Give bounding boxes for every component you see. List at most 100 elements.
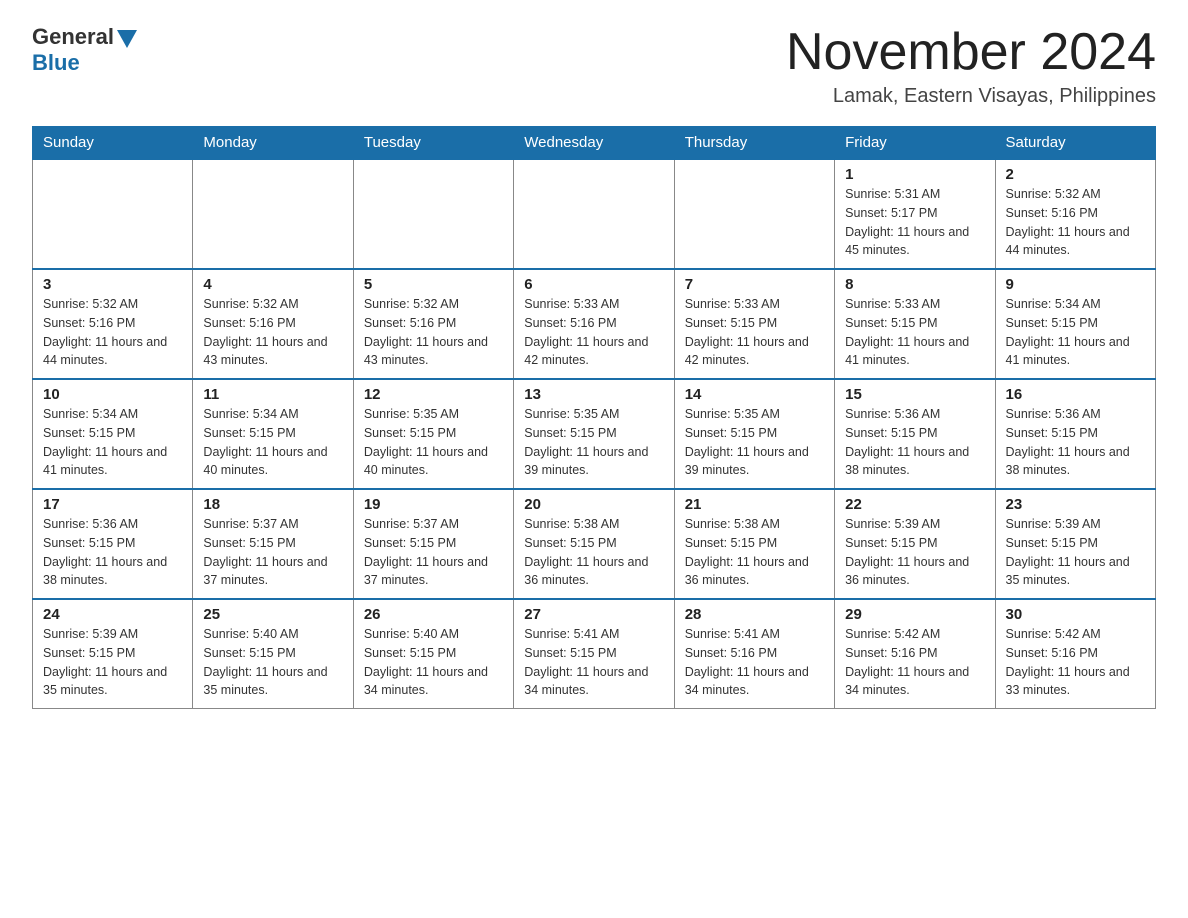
day-info: Sunrise: 5:40 AM [203, 625, 342, 644]
day-info: Daylight: 11 hours and 38 minutes. [1006, 443, 1145, 481]
calendar-cell: 25Sunrise: 5:40 AMSunset: 5:15 PMDayligh… [193, 599, 353, 709]
calendar-cell: 27Sunrise: 5:41 AMSunset: 5:15 PMDayligh… [514, 599, 674, 709]
day-info: Sunset: 5:15 PM [1006, 424, 1145, 443]
day-info: Daylight: 11 hours and 39 minutes. [685, 443, 824, 481]
day-info: Sunrise: 5:39 AM [43, 625, 182, 644]
day-info: Sunset: 5:16 PM [524, 314, 663, 333]
day-info: Daylight: 11 hours and 44 minutes. [43, 333, 182, 371]
day-info: Sunrise: 5:34 AM [43, 405, 182, 424]
calendar-cell: 10 Sunrise: 5:34 AMSunset: 5:15 PMDayligh… [33, 379, 193, 489]
day-info: Sunrise: 5:34 AM [203, 405, 342, 424]
day-info: Daylight: 11 hours and 39 minutes. [524, 443, 663, 481]
day-info: Daylight: 11 hours and 33 minutes. [1006, 663, 1145, 701]
week-row: 1Sunrise: 5:31 AMSunset: 5:17 PMDaylight… [33, 159, 1156, 269]
day-info: Sunrise: 5:37 AM [364, 515, 503, 534]
calendar-cell: 14Sunrise: 5:35 AMSunset: 5:15 PMDayligh… [674, 379, 834, 489]
day-number: 11 [203, 386, 342, 403]
day-info: Daylight: 11 hours and 41 minutes. [43, 443, 182, 481]
day-info: Daylight: 11 hours and 38 minutes. [845, 443, 984, 481]
day-info: Sunrise: 5:38 AM [524, 515, 663, 534]
day-info: Daylight: 11 hours and 34 minutes. [845, 663, 984, 701]
day-info: Sunset: 5:15 PM [845, 424, 984, 443]
calendar-cell: 6Sunrise: 5:33 AMSunset: 5:16 PMDaylight… [514, 269, 674, 379]
day-info: Sunrise: 5:42 AM [1006, 625, 1145, 644]
month-title: November 2024 [786, 24, 1156, 81]
page-header: General Blue November 2024 Lamak, Easter… [32, 24, 1156, 108]
day-info: Daylight: 11 hours and 45 minutes. [845, 223, 984, 261]
day-info: Sunrise: 5:41 AM [524, 625, 663, 644]
day-of-week-header: Tuesday [353, 127, 513, 160]
day-info: Daylight: 11 hours and 42 minutes. [685, 333, 824, 371]
day-info: Sunrise: 5:33 AM [845, 295, 984, 314]
day-info: Sunset: 5:15 PM [685, 314, 824, 333]
day-number: 30 [1006, 606, 1145, 623]
calendar-cell: 12Sunrise: 5:35 AMSunset: 5:15 PMDayligh… [353, 379, 513, 489]
day-of-week-header: Monday [193, 127, 353, 160]
day-info: Sunset: 5:16 PM [364, 314, 503, 333]
calendar-cell: 9Sunrise: 5:34 AMSunset: 5:15 PMDaylight… [995, 269, 1155, 379]
day-info: Daylight: 11 hours and 34 minutes. [364, 663, 503, 701]
day-info: Sunset: 5:15 PM [845, 314, 984, 333]
day-info: Sunset: 5:15 PM [524, 534, 663, 553]
calendar-cell [514, 159, 674, 269]
day-number: 25 [203, 606, 342, 623]
day-number: 10 [43, 386, 182, 403]
logo-triangle-icon [117, 30, 137, 48]
day-info: Sunset: 5:16 PM [685, 644, 824, 663]
day-number: 27 [524, 606, 663, 623]
calendar-cell: 2Sunrise: 5:32 AMSunset: 5:16 PMDaylight… [995, 159, 1155, 269]
week-row: 24Sunrise: 5:39 AMSunset: 5:15 PMDayligh… [33, 599, 1156, 709]
calendar-cell: 4Sunrise: 5:32 AMSunset: 5:16 PMDaylight… [193, 269, 353, 379]
day-of-week-header: Thursday [674, 127, 834, 160]
day-number: 16 [1006, 386, 1145, 403]
day-info: Sunset: 5:15 PM [43, 534, 182, 553]
day-info: Sunrise: 5:36 AM [1006, 405, 1145, 424]
day-info: Daylight: 11 hours and 43 minutes. [364, 333, 503, 371]
day-number: 28 [685, 606, 824, 623]
day-number: 7 [685, 276, 824, 293]
day-info: Sunrise: 5:39 AM [845, 515, 984, 534]
day-info: Sunset: 5:15 PM [203, 644, 342, 663]
day-number: 8 [845, 276, 984, 293]
day-number: 23 [1006, 496, 1145, 513]
calendar-cell [193, 159, 353, 269]
day-info: Sunrise: 5:32 AM [203, 295, 342, 314]
day-info: Daylight: 11 hours and 37 minutes. [203, 553, 342, 591]
day-info: Sunset: 5:15 PM [1006, 314, 1145, 333]
day-info: Daylight: 11 hours and 36 minutes. [685, 553, 824, 591]
calendar-cell: 17Sunrise: 5:36 AMSunset: 5:15 PMDayligh… [33, 489, 193, 599]
calendar-cell: 7Sunrise: 5:33 AMSunset: 5:15 PMDaylight… [674, 269, 834, 379]
day-of-week-header: Saturday [995, 127, 1155, 160]
day-number: 14 [685, 386, 824, 403]
day-info: Sunset: 5:15 PM [43, 424, 182, 443]
day-info: Daylight: 11 hours and 35 minutes. [43, 663, 182, 701]
day-info: Sunset: 5:15 PM [685, 534, 824, 553]
day-info: Sunrise: 5:35 AM [524, 405, 663, 424]
day-info: Sunset: 5:17 PM [845, 204, 984, 223]
day-info: Sunrise: 5:38 AM [685, 515, 824, 534]
calendar-cell: 22Sunrise: 5:39 AMSunset: 5:15 PMDayligh… [835, 489, 995, 599]
day-info: Daylight: 11 hours and 36 minutes. [845, 553, 984, 591]
calendar-cell: 28Sunrise: 5:41 AMSunset: 5:16 PMDayligh… [674, 599, 834, 709]
day-info: Daylight: 11 hours and 34 minutes. [524, 663, 663, 701]
day-number: 2 [1006, 166, 1145, 183]
logo-general-text: General [32, 24, 114, 50]
calendar-cell [674, 159, 834, 269]
day-info: Daylight: 11 hours and 37 minutes. [364, 553, 503, 591]
day-info: Sunrise: 5:41 AM [685, 625, 824, 644]
day-info: Sunrise: 5:36 AM [43, 515, 182, 534]
day-info: Daylight: 11 hours and 43 minutes. [203, 333, 342, 371]
day-number: 13 [524, 386, 663, 403]
day-number: 18 [203, 496, 342, 513]
day-number: 9 [1006, 276, 1145, 293]
day-of-week-header: Friday [835, 127, 995, 160]
calendar-header-row: SundayMondayTuesdayWednesdayThursdayFrid… [33, 127, 1156, 160]
day-info: Sunrise: 5:39 AM [1006, 515, 1145, 534]
day-info: Sunrise: 5:33 AM [524, 295, 663, 314]
day-info: Sunrise: 5:32 AM [364, 295, 503, 314]
calendar-cell: 19Sunrise: 5:37 AMSunset: 5:15 PMDayligh… [353, 489, 513, 599]
calendar-cell: 24Sunrise: 5:39 AMSunset: 5:15 PMDayligh… [33, 599, 193, 709]
week-row: 17Sunrise: 5:36 AMSunset: 5:15 PMDayligh… [33, 489, 1156, 599]
title-block: November 2024 Lamak, Eastern Visayas, Ph… [786, 24, 1156, 108]
day-info: Sunset: 5:16 PM [1006, 204, 1145, 223]
